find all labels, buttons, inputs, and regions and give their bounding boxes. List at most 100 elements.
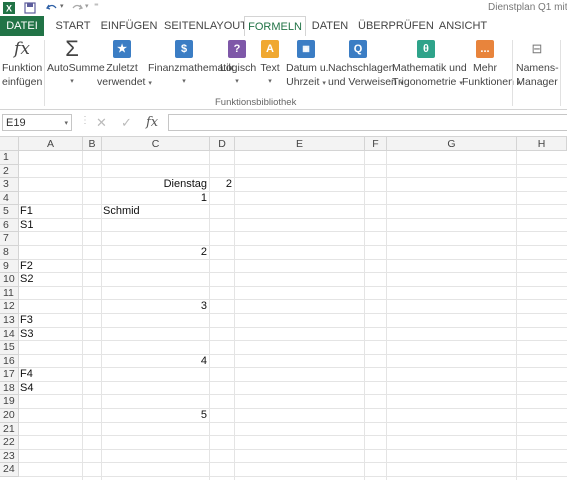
cell-c16[interactable]: 4: [102, 355, 207, 369]
row-header-15[interactable]: 15: [0, 341, 19, 355]
cell-a13[interactable]: F3: [20, 314, 33, 328]
gridline-vertical: [234, 151, 235, 480]
tab-view[interactable]: ANSICHT: [436, 17, 490, 35]
tab-start[interactable]: START: [50, 17, 96, 35]
text-button[interactable]: A Text ▾: [256, 38, 284, 89]
row-header-5[interactable]: 5: [0, 205, 19, 219]
formula-bar: E19 ▾ ⋮ ✕ ✓ fx: [0, 110, 567, 137]
column-header-g[interactable]: G: [387, 137, 517, 151]
tab-formulas[interactable]: FORMELN: [244, 16, 306, 38]
cell-c3[interactable]: Dienstag: [102, 178, 207, 192]
spreadsheet-grid[interactable]: ABCDEFGH 1 2 3 4 5 6 7 8 9 10 11 12 13 14 15 16 17 18 19 20…: [0, 137, 567, 480]
column-header-c[interactable]: C: [102, 137, 210, 151]
tab-data[interactable]: DATEN: [308, 17, 352, 35]
undo-dropdown-icon[interactable]: ▾: [60, 2, 64, 10]
row-header-13[interactable]: 13: [0, 313, 19, 328]
column-header-h[interactable]: H: [517, 137, 567, 151]
text-label: Text: [260, 62, 280, 74]
financial-button[interactable]: $ Finanzmathematik ▾: [148, 38, 234, 89]
column-header-a[interactable]: A: [19, 137, 83, 151]
row-header-23[interactable]: 23: [0, 449, 19, 464]
row-header-20[interactable]: 20: [0, 409, 19, 423]
insert-function-label-2: einfügen: [2, 76, 43, 88]
redo-dropdown-icon[interactable]: ▾: [85, 2, 89, 10]
undo-icon[interactable]: [46, 2, 58, 14]
cell-c4[interactable]: 1: [102, 192, 207, 206]
math-label-1: Mathematik und: [392, 62, 467, 74]
math-trig-button[interactable]: θ Mathematik und Trigonometrie ▾: [392, 38, 467, 91]
cell-a14[interactable]: S3: [20, 328, 33, 342]
tags-icon: ⊟: [531, 41, 543, 56]
row-header-9[interactable]: 9: [0, 259, 19, 274]
cell-a10[interactable]: S2: [20, 273, 33, 287]
row-header-18[interactable]: 18: [0, 381, 19, 396]
row-header-11[interactable]: 11: [0, 286, 19, 301]
ribbon-separator: [44, 40, 45, 106]
datetime-button[interactable]: ▦ Datum u. Uhrzeit ▾: [286, 38, 329, 91]
enter-icon[interactable]: ✓: [121, 115, 132, 131]
svg-text:X: X: [6, 4, 12, 14]
cell-a17[interactable]: F4: [20, 368, 33, 382]
cell-c20[interactable]: 5: [102, 409, 207, 423]
column-header-b[interactable]: B: [83, 137, 102, 151]
row-header-21[interactable]: 21: [0, 422, 19, 437]
more-label-1: Mehr: [473, 62, 497, 74]
row-header-1[interactable]: 1: [0, 151, 19, 165]
ribbon: 𝑓x Funktion einfügen Σ AutoSumme ▾ ★ Zul…: [0, 36, 567, 110]
insert-function-button[interactable]: 𝑓x Funktion einfügen: [2, 38, 42, 89]
chevron-down-icon: ▾: [70, 78, 74, 85]
row-header-6[interactable]: 6: [0, 218, 19, 233]
tab-insert[interactable]: EINFÜGEN: [98, 17, 160, 35]
group-label-function-library: Funktionsbibliothek: [215, 97, 297, 108]
name-manager-button[interactable]: ⊟ Namens- Manager: [516, 38, 559, 89]
lookup-button[interactable]: Q Nachschlagen und Verweisen ▾: [328, 38, 403, 91]
row-header-19[interactable]: 19: [0, 395, 19, 410]
cell-a18[interactable]: S4: [20, 382, 33, 396]
cell-c12[interactable]: 3: [102, 300, 207, 314]
customize-qat-icon[interactable]: ⁼: [94, 1, 99, 12]
row-header-8[interactable]: 8: [0, 246, 19, 260]
column-header-f[interactable]: F: [365, 137, 387, 151]
row-header-14[interactable]: 14: [0, 327, 19, 342]
select-all-corner[interactable]: [0, 137, 19, 151]
more-label-2: Funktionen: [462, 76, 514, 88]
recent-label-2: verwendet: [97, 76, 146, 88]
cancel-icon[interactable]: ✕: [96, 115, 107, 131]
datetime-label-1: Datum u.: [286, 62, 329, 74]
tab-review[interactable]: ÜBERPRÜFEN: [358, 17, 434, 35]
cell-a5[interactable]: F1: [20, 205, 33, 219]
row-header-17[interactable]: 17: [0, 368, 19, 382]
column-header-d[interactable]: D: [210, 137, 235, 151]
save-icon[interactable]: [24, 2, 36, 14]
insert-function-icon[interactable]: fx: [146, 115, 158, 130]
cell-d3[interactable]: 2: [210, 178, 232, 192]
more-functions-button[interactable]: ... Mehr Funktionen ▾: [462, 38, 520, 91]
row-header-24[interactable]: 24: [0, 463, 19, 477]
name-box[interactable]: E19 ▾: [2, 114, 72, 131]
column-header-e[interactable]: E: [235, 137, 365, 151]
redo-icon[interactable]: [71, 2, 83, 14]
tab-page-layout[interactable]: SEITENLAYOUT: [164, 17, 247, 35]
formula-input[interactable]: [168, 114, 567, 131]
chevron-down-icon: ▾: [268, 78, 272, 85]
cell-c5[interactable]: Schmid: [103, 205, 140, 219]
row-header-7[interactable]: 7: [0, 232, 19, 247]
row-header-22[interactable]: 22: [0, 436, 19, 450]
cell-c8[interactable]: 2: [102, 246, 207, 260]
math-icon: θ: [417, 40, 435, 58]
recently-used-button[interactable]: ★ Zuletzt verwendet ▾: [97, 38, 152, 91]
tab-file[interactable]: DATEI: [0, 16, 44, 36]
logical-button[interactable]: ? Logisch ▾: [220, 38, 256, 89]
grip-icon[interactable]: ⋮: [80, 115, 90, 126]
row-header-12[interactable]: 12: [0, 300, 19, 314]
row-header-10[interactable]: 10: [0, 273, 19, 287]
row-header-4[interactable]: 4: [0, 191, 19, 206]
row-header-16[interactable]: 16: [0, 354, 19, 369]
chevron-down-icon[interactable]: ▾: [64, 115, 68, 132]
row-header-3[interactable]: 3: [0, 178, 19, 192]
cell-a9[interactable]: F2: [20, 260, 33, 274]
cell-a6[interactable]: S1: [20, 219, 33, 233]
document-title: Dienstplan Q1 mit: [488, 2, 567, 13]
autosum-button[interactable]: Σ AutoSumme ▾: [47, 38, 105, 89]
row-header-2[interactable]: 2: [0, 164, 19, 179]
